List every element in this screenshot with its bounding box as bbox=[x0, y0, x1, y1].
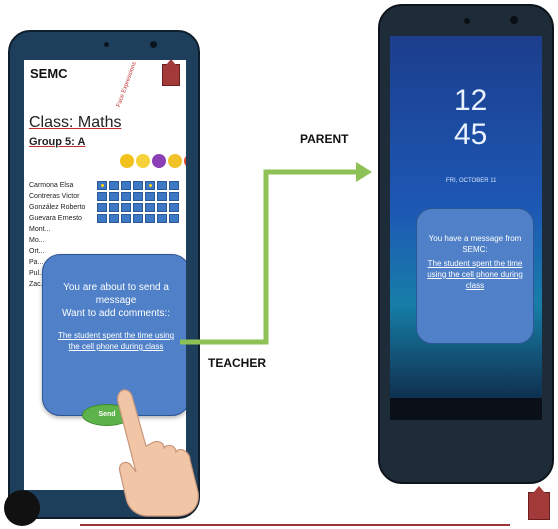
clock-minutes: 45 bbox=[454, 118, 488, 151]
front-camera-icon bbox=[464, 18, 470, 24]
lock-clock: 12 45 bbox=[454, 84, 487, 152]
message-notification[interactable]: You have a message from SEMC: The studen… bbox=[416, 208, 534, 344]
school-logo-icon bbox=[528, 486, 550, 520]
message-body: The student spent the time using the cel… bbox=[427, 259, 523, 290]
parent-phone: 12 45 FRI, OCTOBER 11 You have a message… bbox=[378, 4, 554, 484]
badge-logo-icon bbox=[4, 490, 40, 526]
teacher-label: TEACHER bbox=[208, 356, 267, 370]
parent-lock-screen: 12 45 FRI, OCTOBER 11 You have a message… bbox=[390, 36, 542, 420]
footer-divider bbox=[80, 524, 510, 526]
navigation-bar bbox=[390, 398, 542, 420]
clock-hours: 12 bbox=[454, 84, 488, 117]
message-intro: You have a message from SEMC: bbox=[428, 234, 522, 254]
lock-date: FRI, OCTOBER 11 bbox=[446, 178, 497, 184]
sensor-icon bbox=[510, 16, 518, 24]
parent-label: PARENT bbox=[300, 132, 349, 146]
